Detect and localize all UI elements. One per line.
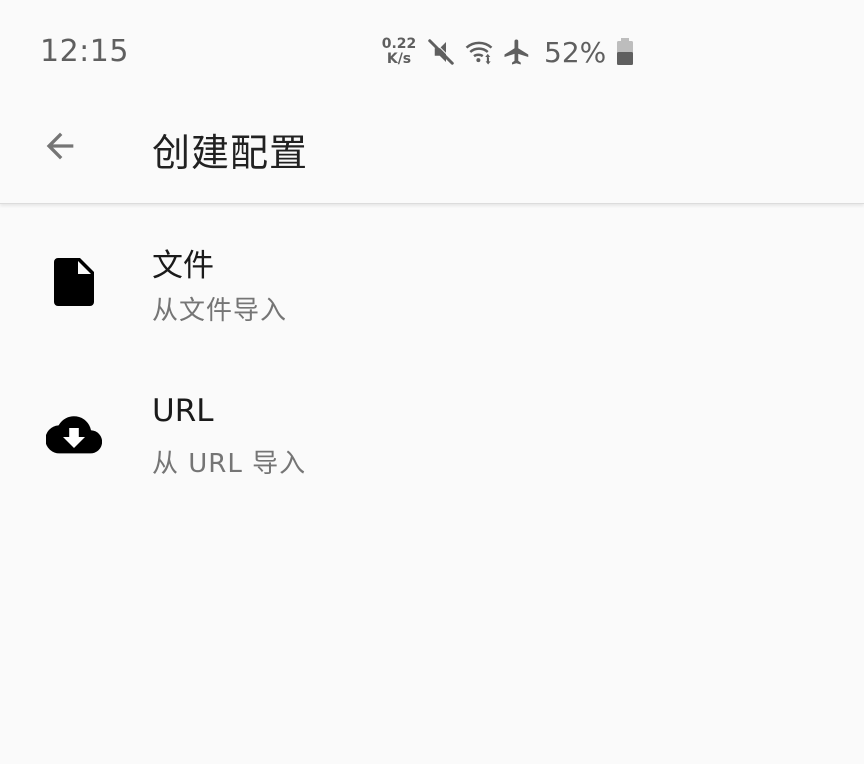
item-title: 文件: [152, 248, 214, 284]
file-icon-wrap: [42, 254, 106, 310]
arrow-back-icon: [46, 132, 74, 160]
back-button[interactable]: [34, 120, 86, 172]
cloud-download-icon-wrap: [42, 407, 106, 463]
item-subtitle: 从 URL 导入: [152, 449, 307, 479]
app-bar: 创建配置: [0, 100, 864, 204]
airplane-icon: [504, 39, 529, 65]
battery-percent: 52%: [544, 35, 607, 69]
item-subtitle: 从文件导入: [152, 296, 288, 326]
page-title: 创建配置: [152, 131, 309, 175]
file-icon: [54, 258, 94, 306]
mute-icon: [428, 38, 455, 65]
network-speed-unit: K/s: [386, 51, 412, 67]
status-time: 12:15: [40, 34, 129, 69]
status-bar: 12:15 0.22 K/s 52%: [0, 0, 864, 100]
import-options-list: 文件 从文件导入 URL 从 URL 导入: [0, 206, 864, 512]
list-item-url[interactable]: URL 从 URL 导入: [0, 359, 864, 512]
cloud-download-icon: [46, 416, 102, 454]
network-speed-value: 0.22: [381, 36, 417, 52]
item-title: URL: [152, 393, 214, 429]
battery-icon: [617, 38, 634, 65]
wifi-icon: [465, 41, 493, 65]
network-speed: 0.22 K/s: [380, 37, 418, 67]
status-icons: 0.22 K/s 52%: [380, 30, 634, 74]
list-item-file[interactable]: 文件 从文件导入: [0, 206, 864, 359]
